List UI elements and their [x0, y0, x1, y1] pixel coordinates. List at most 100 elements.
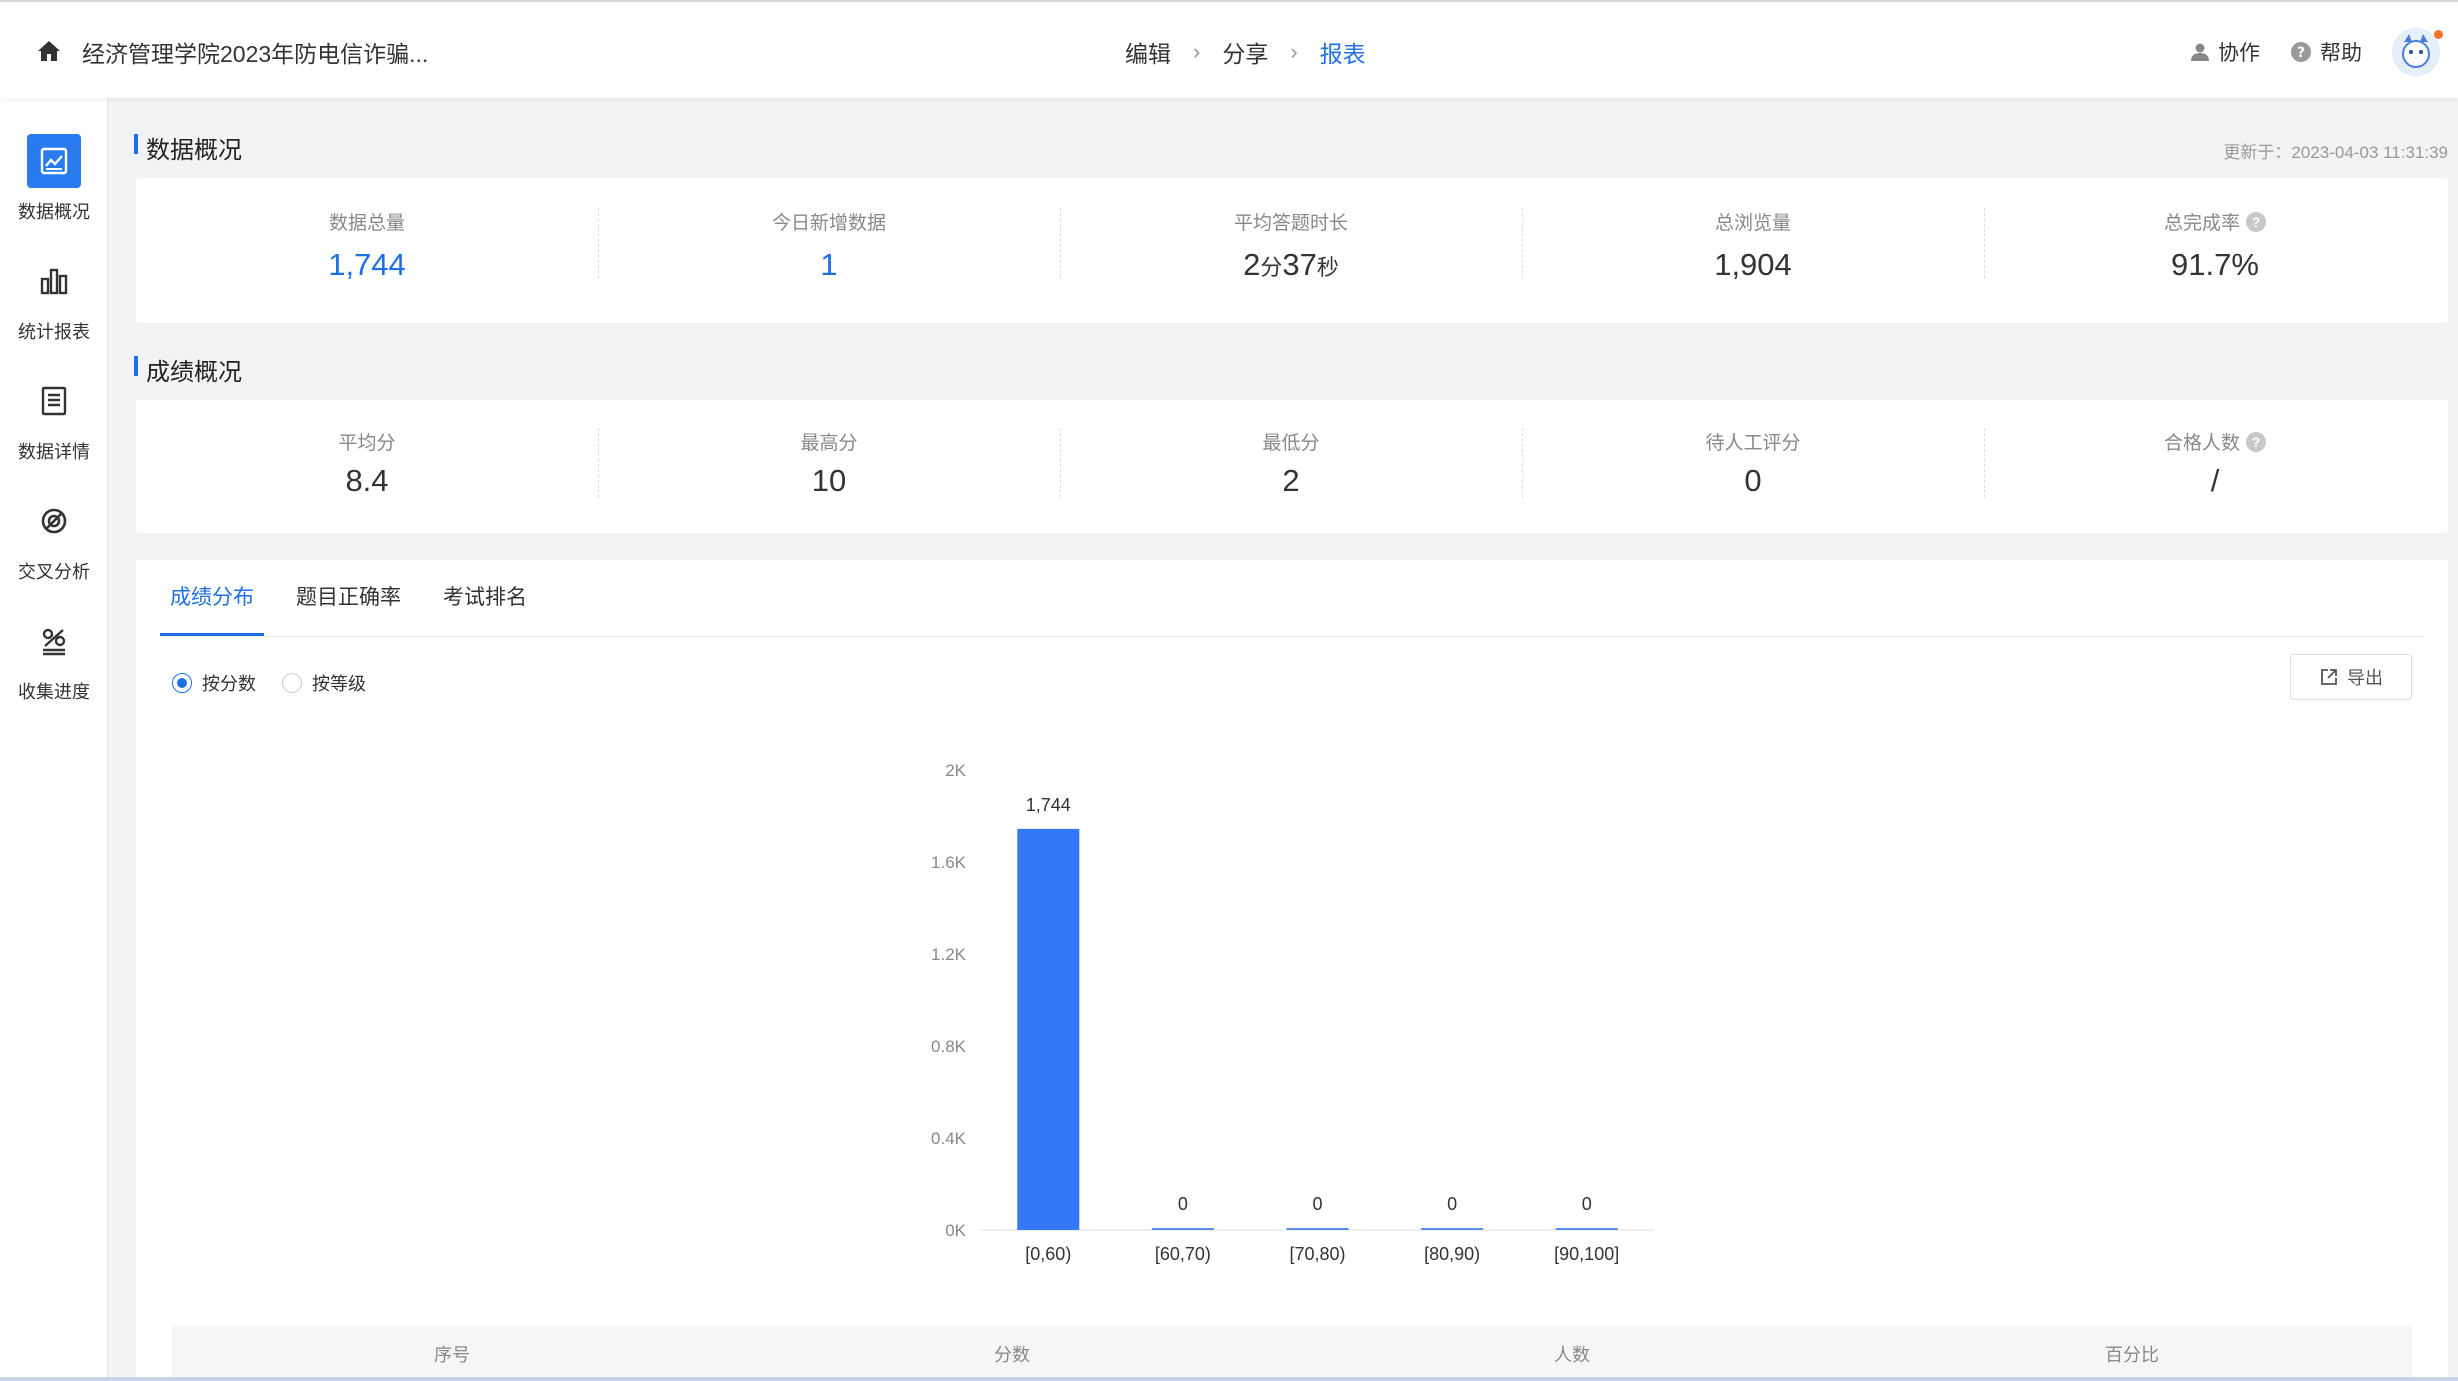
distribution-panel: 成绩分布 题目正确率 考试排名 按分数 按等级 导出 0K 0.4K 0.8K 1.2…: [136, 560, 2448, 1381]
svg-text:?: ?: [2297, 45, 2305, 61]
bar: [1017, 828, 1080, 1230]
y-tick-label: 2K: [945, 761, 966, 780]
stat-label: 数据总量: [328, 213, 405, 234]
data-label: 1,744: [1026, 795, 1071, 815]
sidebar-item-details[interactable]: 数据详情: [0, 374, 108, 464]
y-tick-label: 0.4K: [931, 1129, 967, 1148]
data-label: 0: [1312, 1194, 1322, 1214]
y-tick-label: 0.8K: [931, 1037, 967, 1056]
chevron-right-icon: ›: [1193, 39, 1201, 64]
stat-label: 最高分: [800, 433, 858, 454]
duration-seconds: 37: [1282, 247, 1317, 282]
stat-highest-score: 最高分 10: [598, 400, 1060, 533]
avatar-image: [2393, 29, 2439, 75]
stat-label: 总完成率 ?: [2164, 208, 2266, 235]
sidebar-item-label: 数据详情: [18, 442, 90, 462]
stat-label: 最低分: [1262, 433, 1320, 454]
y-tick-label: 0K: [945, 1221, 966, 1240]
stat-value: 2分37秒: [1243, 247, 1339, 283]
distribution-table-header: 序号 分数 人数 百分比: [172, 1326, 2412, 1381]
data-label: 0: [1447, 1194, 1457, 1214]
question-circle-icon[interactable]: ?: [2246, 211, 2266, 232]
sidebar-item-label: 数据概况: [18, 202, 90, 222]
y-tick-label: 1.2K: [931, 945, 967, 964]
sidebar-item-label: 统计报表: [18, 322, 90, 342]
sidebar-item-label: 交叉分析: [18, 562, 90, 582]
sidebar-item-cross-analysis[interactable]: 交叉分析: [0, 494, 108, 584]
avatar[interactable]: [2392, 28, 2443, 76]
bar: [1555, 1228, 1618, 1230]
stat-passed-count: 合格人数 ? /: [1984, 400, 2446, 533]
sidebar-item-progress[interactable]: 收集进度: [0, 614, 108, 704]
scores-section-title: 成绩概况: [134, 352, 242, 387]
step-report[interactable]: 报表: [1320, 35, 1366, 69]
stat-label-text: 合格人数: [2163, 433, 2240, 454]
stat-total-data: 数据总量 1,744: [136, 178, 598, 323]
window-bottom-border: [0, 1377, 2458, 1381]
step-edit[interactable]: 编辑: [1125, 35, 1171, 69]
bar: [1151, 1228, 1214, 1230]
table-header-percent: 百分比: [2105, 1344, 2159, 1365]
survey-title: 经济管理学院2023年防电信诈骗...: [82, 41, 429, 67]
stat-value: 1,904: [1714, 247, 1792, 282]
progress-icon: [27, 614, 81, 668]
stat-total-views: 总浏览量 1,904: [1522, 178, 1984, 323]
stat-value: /: [2210, 463, 2220, 498]
sidebar-item-overview[interactable]: 数据概况: [0, 134, 108, 224]
stat-label: 合格人数 ?: [2164, 428, 2266, 455]
sidebar-item-label: 收集进度: [18, 682, 90, 702]
stat-lowest-score: 最低分 2: [1060, 400, 1522, 533]
question-circle-icon[interactable]: ?: [2246, 431, 2266, 452]
sidebar: 数据概况 统计报表 数据详情 交叉分析 收集进度: [0, 98, 108, 1381]
home-icon[interactable]: [36, 39, 62, 63]
table-header-score: 分数: [994, 1344, 1030, 1365]
updated-time: 更新于：2023-04-03 11:31:39: [2223, 143, 2448, 162]
stat-avg-duration: 平均答题时长 2分37秒: [1060, 178, 1522, 323]
score-distribution-chart: 0K 0.4K 0.8K 1.2K 1.6K 2K 1,744 [0,60) 0 [60,70) 0…: [931, 761, 1654, 1264]
stat-label: 待人工评分: [1705, 433, 1801, 454]
x-tick-label: [90,100]: [1554, 1244, 1619, 1264]
stat-today-new: 今日新增数据 1: [598, 178, 1060, 323]
sidebar-item-statistics[interactable]: 统计报表: [0, 254, 108, 344]
collaborate-label: 协作: [2218, 42, 2260, 65]
seconds-unit: 秒: [1316, 255, 1339, 280]
overview-stats-card: 数据总量 1,744 今日新增数据 1 平均答题时长 2分37秒 总浏览量 1,…: [136, 178, 2448, 323]
y-tick-label: 1.6K: [931, 853, 967, 872]
collaborate-button[interactable]: 协作: [2190, 37, 2260, 67]
document-icon: [27, 374, 81, 428]
x-tick-label: [0,60): [1025, 1244, 1071, 1264]
stat-value: 8.4: [345, 463, 389, 498]
header-actions: 协作 ? 帮助: [2190, 24, 2458, 80]
stat-value: 91.7%: [2171, 247, 2259, 282]
stat-value: 0: [1744, 463, 1762, 498]
overview-section-title: 数据概况: [134, 130, 242, 165]
stat-label-text: 总完成率: [2163, 213, 2240, 234]
stat-label: 总浏览量: [1714, 213, 1791, 234]
stat-completion-rate: 总完成率 ? 91.7%: [1984, 178, 2446, 323]
data-label: 0: [1582, 1194, 1592, 1214]
top-header: 经济管理学院2023年防电信诈骗... 编辑 › 分享 › 报表 协作 ? 帮助: [0, 0, 2458, 98]
help-button[interactable]: ? 帮助: [2290, 37, 2362, 67]
x-tick-label: [70,80): [1289, 1244, 1345, 1264]
x-tick-label: [60,70): [1155, 1244, 1211, 1264]
stat-label: 平均分: [338, 433, 396, 454]
stat-value[interactable]: 1,744: [328, 247, 406, 283]
minutes-unit: 分: [1260, 255, 1283, 280]
step-share[interactable]: 分享: [1222, 35, 1268, 69]
table-header-count: 人数: [1554, 1344, 1590, 1365]
chart-line-icon: [27, 134, 81, 188]
cross-circle-icon: [27, 494, 81, 548]
duration-minutes: 2: [1243, 247, 1261, 282]
bar-chart-icon: [27, 254, 81, 308]
stat-average-score: 平均分 8.4: [136, 400, 598, 533]
help-label: 帮助: [2320, 42, 2362, 65]
user-icon: [2191, 43, 2209, 61]
stat-value: 2: [1282, 463, 1300, 498]
stat-value[interactable]: 1: [820, 247, 837, 283]
notification-dot: [2434, 30, 2443, 39]
scores-stats-card: 平均分 8.4 最高分 10 最低分 2 待人工评分 0 合格人数 ? /: [136, 400, 2448, 533]
bar: [1421, 1228, 1484, 1230]
x-tick-label: [80,90): [1424, 1244, 1480, 1264]
table-header-index: 序号: [434, 1344, 470, 1365]
breadcrumb-steps: 编辑 › 分享 › 报表: [1125, 35, 1366, 69]
